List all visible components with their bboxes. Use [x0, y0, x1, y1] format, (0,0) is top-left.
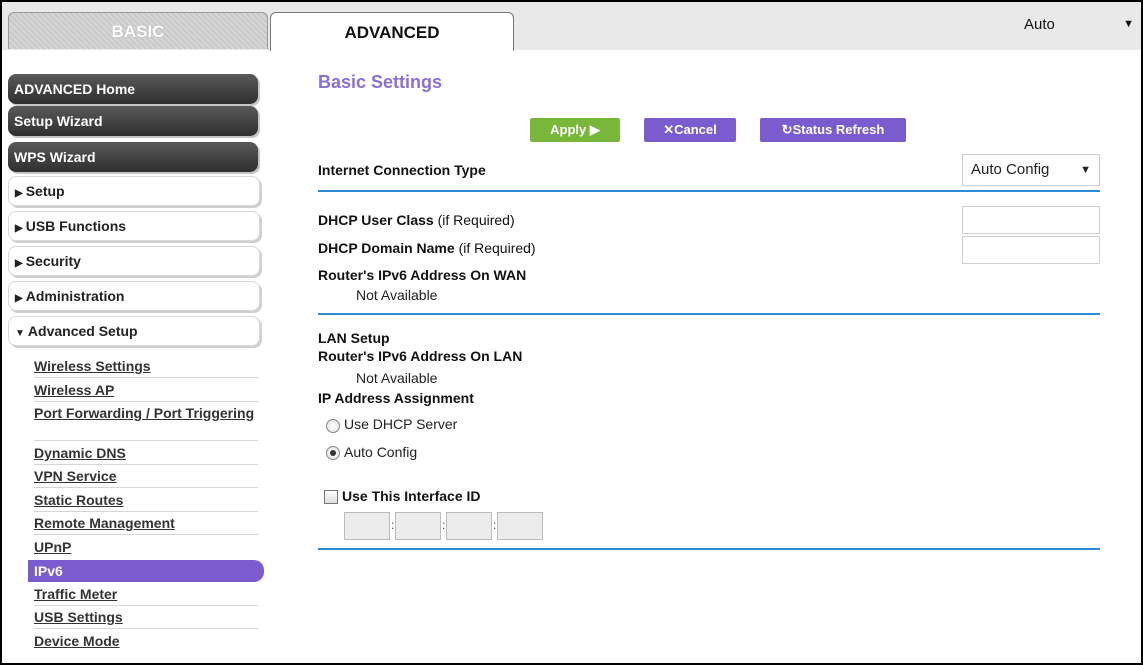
interface-id-field-1[interactable] [344, 512, 390, 540]
nav-item-device-mode[interactable]: Device Mode [34, 633, 258, 649]
label-text: Router's IPv6 Address On WAN [318, 267, 527, 283]
separator-colon: : [493, 518, 497, 532]
nav-section-label: Advanced Setup [27, 323, 138, 339]
triangle-down-icon: ▼ [15, 328, 25, 339]
interface-id-field-4[interactable] [497, 512, 543, 540]
chevron-down-icon: ▼ [1123, 18, 1134, 30]
internet-connection-type-select[interactable]: Auto Config ▼ [962, 154, 1100, 186]
tab-basic[interactable]: BASIC [8, 12, 268, 49]
main-panel: Basic Settings Apply ▶ ✕Cancel ↻Status R… [294, 54, 1124, 659]
nav-item-remote-management[interactable]: Remote Management [34, 515, 258, 531]
nav-section-advanced-setup[interactable]: ▼ Advanced Setup [8, 316, 260, 346]
triangle-right-icon: ▶ [15, 223, 23, 234]
apply-button[interactable]: Apply ▶ [530, 118, 620, 142]
divider [34, 487, 258, 488]
lan-setup-heading: LAN Setup [318, 330, 390, 346]
select-value: Auto Config [971, 161, 1050, 178]
nav-section-label: Security [25, 253, 81, 269]
label-text: Router's IPv6 Address On LAN [318, 348, 523, 364]
divider [34, 534, 258, 535]
nav-item-usb-settings[interactable]: USB Settings [34, 609, 258, 625]
interface-id-field-2[interactable] [395, 512, 441, 540]
language-select[interactable]: Auto ▼ [1018, 10, 1140, 38]
status-refresh-button[interactable]: ↻Status Refresh [760, 118, 906, 142]
nav-section-label: USB Functions [25, 218, 127, 234]
dhcp-user-class-input[interactable] [962, 206, 1100, 234]
nav-section-usb-functions[interactable]: ▶ USB Functions [8, 211, 260, 241]
internet-connection-type-label: Internet Connection Type [318, 162, 486, 178]
nav-item-dynamic-dns[interactable]: Dynamic DNS [34, 445, 258, 461]
label-note: (if Required) [458, 240, 536, 256]
section-divider [318, 313, 1100, 315]
label-text: DHCP User Class [318, 212, 434, 228]
divider [34, 464, 258, 465]
page-title: Basic Settings [318, 72, 443, 92]
router-admin-window: BASIC ADVANCED Auto ▼ ADVANCED Home Setu… [0, 0, 1143, 665]
label-text: Use This Interface ID [342, 488, 481, 504]
divider [34, 401, 258, 402]
wan-ipv6-value: Not Available [356, 287, 438, 303]
top-tab-bar: BASIC ADVANCED Auto ▼ [2, 2, 1141, 51]
dhcp-user-class-label: DHCP User Class (if Required) [318, 212, 515, 228]
section-divider [318, 548, 1100, 550]
cancel-button[interactable]: ✕Cancel [644, 118, 736, 142]
use-dhcp-server-radio[interactable] [326, 419, 340, 433]
nav-section-setup[interactable]: ▶ Setup [8, 176, 260, 206]
nav-section-security[interactable]: ▶ Security [8, 246, 260, 276]
label-text: LAN Setup [318, 330, 390, 346]
triangle-right-icon: ▶ [15, 258, 23, 269]
nav-item-ipv6[interactable]: IPv6 [28, 560, 264, 582]
divider [34, 440, 258, 441]
separator-colon: : [442, 518, 446, 532]
label-note: (if Required) [437, 212, 515, 228]
divider [34, 605, 258, 606]
triangle-right-icon: ▶ [15, 293, 23, 304]
use-interface-id-checkbox[interactable] [324, 490, 338, 504]
tab-advanced[interactable]: ADVANCED [270, 12, 514, 51]
divider [34, 628, 258, 629]
nav-item-vpn-service[interactable]: VPN Service [34, 468, 258, 484]
language-select-value: Auto [1024, 16, 1055, 33]
dhcp-domain-name-label: DHCP Domain Name (if Required) [318, 240, 536, 256]
auto-config-radio[interactable] [326, 446, 340, 460]
section-divider [318, 190, 1100, 192]
label-text: IP Address Assignment [318, 390, 474, 406]
label-text: Internet Connection Type [318, 162, 486, 178]
use-dhcp-server-label: Use DHCP Server [344, 416, 458, 432]
nav-advanced-home[interactable]: ADVANCED Home [8, 74, 258, 104]
nav-item-static-routes[interactable]: Static Routes [34, 492, 258, 508]
nav-setup-wizard[interactable]: Setup Wizard [8, 106, 258, 136]
nav-item-wireless-ap[interactable]: Wireless AP [34, 382, 258, 398]
divider [34, 377, 258, 378]
nav-item-wireless-settings[interactable]: Wireless Settings [34, 358, 258, 374]
ip-assignment-label: IP Address Assignment [318, 390, 474, 406]
divider [34, 511, 258, 512]
nav-wps-wizard[interactable]: WPS Wizard [8, 142, 258, 172]
lan-ipv6-value: Not Available [356, 370, 438, 386]
separator-colon: : [391, 518, 395, 532]
triangle-right-icon: ▶ [15, 188, 23, 199]
label-text: DHCP Domain Name [318, 240, 455, 256]
nav-section-administration[interactable]: ▶ Administration [8, 281, 260, 311]
nav-item-upnp[interactable]: UPnP [34, 539, 258, 555]
lan-ipv6-label: Router's IPv6 Address On LAN [318, 348, 522, 364]
auto-config-label: Auto Config [344, 444, 418, 460]
dhcp-domain-name-input[interactable] [962, 236, 1100, 264]
nav-item-port-forwarding[interactable]: Port Forwarding / Port Triggering [34, 405, 258, 421]
nav-section-label: Setup [25, 183, 65, 199]
interface-id-field-3[interactable] [446, 512, 492, 540]
nav-section-label: Administration [25, 288, 125, 304]
wan-ipv6-label: Router's IPv6 Address On WAN [318, 267, 526, 283]
chevron-down-icon: ▼ [1080, 164, 1091, 176]
use-interface-id-label: Use This Interface ID [342, 488, 481, 504]
nav-item-traffic-meter[interactable]: Traffic Meter [34, 586, 258, 602]
